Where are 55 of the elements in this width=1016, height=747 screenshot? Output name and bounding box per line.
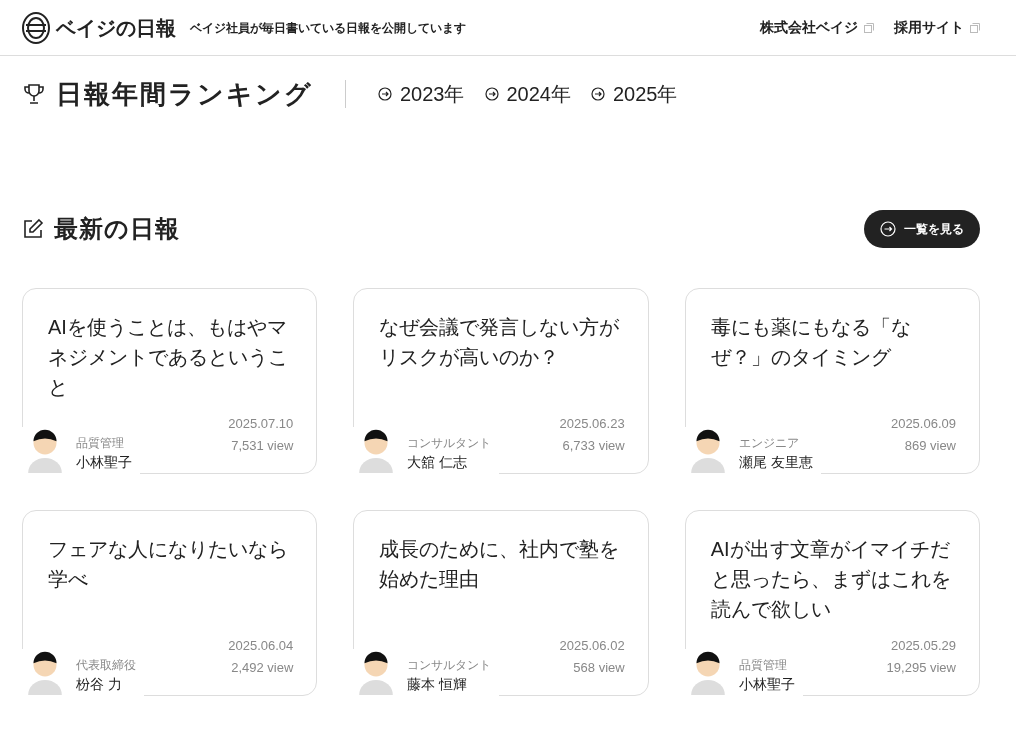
arrow-circle-icon [484,87,499,101]
article-title: 毒にも薬にもなる「なぜ？」のタイミング [710,315,912,370]
author-name: 瀬尾 友里恵 [738,453,813,472]
author-name: 小林聖子 [738,675,795,694]
author-name: 枌谷 力 [76,675,123,694]
tagline: ベイジ社員が毎日書いている日報を公開しています [190,19,466,37]
author-name: 藤本 恒輝 [407,675,469,694]
author-name: 大舘 仁志 [407,453,469,472]
author-role: 品質管理 [76,435,125,452]
post-date: 2025.06.23 [559,415,625,433]
logo-icon [20,10,52,45]
ranking-title: 日報年間ランキング [56,77,313,111]
external-link-icon [864,22,874,33]
post-date: 2025.05.29 [890,637,956,655]
article-card[interactable]: フェアな人になりたいなら学べ 2025.06.04 代表取締役 枌谷 力 2,492 view [22,510,318,696]
article-title: AIを使うことは、もはやマネジメントであるということ [48,315,289,400]
logo-text[interactable]: ベイジの日報 [56,12,176,43]
post-date: 2025.06.02 [559,637,625,655]
post-date: 2025.06.04 [228,637,294,655]
view-count: 2,492 view [231,659,294,677]
author-role: 品質管理 [738,657,788,674]
author-role: コンサルタント [407,657,492,674]
article-card[interactable]: なぜ会議で発言しない方がリスクが高いのか？ 2025.06.23 コンサルタント 大舘 仁志 6,733 view [353,288,649,474]
article-title: AIが出す文章がイマイチだと思ったら、まずはこれを読んで欲しい [710,537,952,622]
author-role: コンサルタント [407,435,492,452]
article-card[interactable]: AIを使うことは、もはやマネジメントであるということ 2025.07.10 品質管理 小林聖子 7,531 view [22,288,318,474]
author-role: 代表取締役 [76,657,136,674]
year-link[interactable]: 2023年 [400,79,465,109]
view-count: 6,733 view [562,437,625,455]
header-link[interactable]: 株式会社ベイジ [760,17,858,38]
edit-icon [22,218,44,240]
arrow-circle-icon [880,221,896,237]
article-title: なぜ会議で発言しない方がリスクが高いのか？ [379,315,621,370]
article-card[interactable]: 毒にも薬にもなる「なぜ？」のタイミング 2025.06.09 エンジニア 瀬尾 友里恵 869 view [684,288,980,474]
year-link[interactable]: 2025年 [613,79,678,109]
author-role: エンジニア [738,435,800,452]
year-link[interactable]: 2024年 [506,79,571,109]
article-title: フェアな人になりたいなら学べ [48,537,289,592]
author-name: 小林聖子 [76,453,132,472]
section-title: 最新の日報 [54,214,180,244]
post-date: 2025.07.10 [228,415,294,433]
view-count: 869 view [904,437,956,455]
article-card[interactable]: AIが出す文章がイマイチだと思ったら、まずはこれを読んで欲しい 2025.05.29 品質管理 小林聖子 19,295 view [684,510,980,696]
trophy-icon [22,82,46,106]
view-count: 19,295 view [886,659,956,677]
view-count: 568 view [573,659,625,677]
view-count: 7,531 view [231,437,294,455]
article-title: 成長のために、社内で塾を始めた理由 [379,537,621,592]
post-date: 2025.06.09 [890,415,956,433]
header-link[interactable]: 採用サイト [894,17,964,38]
arrow-circle-icon [378,87,392,101]
arrow-circle-icon [591,87,605,101]
view-all-button[interactable]: 一覧を見る [864,210,980,248]
article-card[interactable]: 成長のために、社内で塾を始めた理由 2025.06.02 コンサルタント 藤本 恒輝 568 view [353,510,649,696]
external-link-icon [970,22,980,33]
